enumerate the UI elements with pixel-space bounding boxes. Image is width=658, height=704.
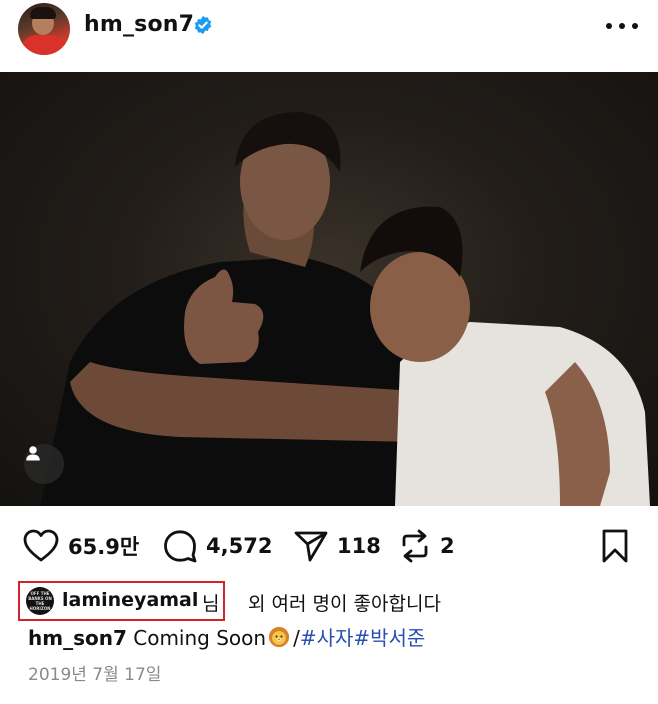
profile-avatar[interactable] — [18, 3, 70, 55]
profile-username[interactable]: hm_son7 — [84, 12, 194, 37]
heart-icon[interactable] — [22, 529, 60, 563]
liker-username[interactable]: lamineyamal — [62, 589, 198, 611]
share-action[interactable]: 118 — [293, 522, 381, 570]
post-photo[interactable] — [0, 72, 658, 506]
post-header: hm_son7 — [0, 0, 658, 72]
liker-avatar-text: OFF THE BANKS ON THE HORIZON — [28, 591, 52, 611]
repost-action[interactable]: 2 — [398, 522, 455, 570]
save-action[interactable] — [600, 522, 630, 570]
post-date: 2019년 7월 17일 — [28, 665, 162, 685]
repost-count: 2 — [440, 534, 455, 558]
liked-by-line: OFF THE BANKS ON THE HORIZON lamineyamal… — [18, 581, 458, 621]
person-tag-icon[interactable] — [24, 444, 64, 484]
photo-content — [40, 112, 650, 506]
caption-text: Coming Soon — [133, 626, 267, 650]
more-horizontal-icon[interactable] — [606, 14, 638, 38]
comment-icon[interactable] — [162, 528, 198, 564]
bookmark-icon[interactable] — [600, 528, 630, 564]
action-bar: 65.9만 4,572 118 2 — [0, 522, 658, 570]
likes-summary[interactable]: 외 여러 명이 좋아합니다 — [248, 589, 441, 616]
liker-avatar[interactable]: OFF THE BANKS ON THE HORIZON — [26, 587, 54, 615]
verified-badge-icon — [194, 15, 212, 35]
caption-username[interactable]: hm_son7 — [28, 626, 127, 650]
comment-action[interactable]: 4,572 — [162, 522, 272, 570]
share-count: 118 — [337, 534, 381, 558]
repost-icon[interactable] — [398, 528, 432, 564]
caption-separator: / — [293, 626, 300, 650]
send-icon[interactable] — [293, 529, 329, 563]
post-caption: hm_son7 Coming Soon /#사자#박서준 — [28, 622, 425, 651]
like-count: 65.9만 — [68, 535, 140, 559]
comment-count: 4,572 — [206, 534, 273, 558]
lion-face-icon — [268, 626, 290, 648]
liker-suffix: 님 — [202, 593, 220, 615]
caption-hashtags[interactable]: #사자#박서준 — [300, 626, 426, 650]
like-action[interactable]: 65.9만 — [22, 522, 139, 570]
